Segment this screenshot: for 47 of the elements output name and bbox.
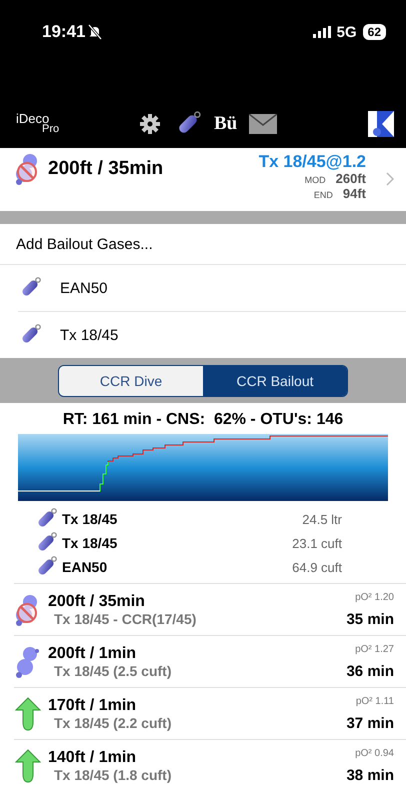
- gas-name: Tx 18/45: [62, 535, 118, 551]
- network-label: 5G: [336, 24, 357, 40]
- gas-amount: 23.1 cuft: [291, 536, 342, 550]
- gas-name: EAN50: [62, 559, 108, 575]
- up-arrow-icon: [14, 748, 42, 784]
- dive-title: 200ft / 35min: [48, 158, 164, 180]
- runtime-value: 38 min: [346, 766, 394, 784]
- mod-value: 260ft: [336, 172, 366, 186]
- segment-gas: Tx 18/45 (2.5 cuft): [53, 662, 172, 678]
- clock-time: 19:41: [42, 22, 86, 42]
- signal-icon: [312, 26, 331, 38]
- settings-icon[interactable]: [138, 112, 162, 136]
- segment-tab[interactable]: CCR Dive: [59, 366, 203, 396]
- bu-button[interactable]: Bü: [214, 113, 238, 135]
- po2-value: pO² 0.94: [355, 748, 394, 758]
- gas-name[interactable]: EAN50: [60, 280, 108, 296]
- po2-value: pO² 1.11: [356, 696, 394, 706]
- app-edition: Pro: [42, 124, 60, 135]
- mod-label: MOD: [304, 174, 326, 187]
- segment-tab[interactable]: CCR Bailout: [203, 366, 347, 396]
- runtime-value: 37 min: [346, 714, 394, 732]
- segment-title: 140ft / 1min: [48, 748, 138, 766]
- runtime-value: 35 min: [346, 610, 394, 628]
- app-name: iDeco: [16, 113, 50, 124]
- segment-gas: Tx 18/45 - CCR(17/45): [53, 610, 198, 626]
- segment-title: 200ft / 1min: [48, 644, 138, 662]
- po2-value: pO² 1.27: [355, 644, 394, 654]
- gas-setpoint: Tx 18/45@1.2: [258, 152, 366, 172]
- gas-amount: 24.5 ltr: [301, 512, 342, 526]
- mail-icon[interactable]: [249, 114, 278, 134]
- dive-summary: RT: 161 min - CNS: 62% - OTU's: 146: [62, 411, 344, 429]
- runtime-value: 36 min: [346, 662, 394, 680]
- battery-level: 62: [362, 24, 386, 40]
- segment-title: 170ft / 1min: [48, 696, 138, 714]
- segment-gas: Tx 18/45 (2.2 cuft): [53, 714, 172, 730]
- logo-icon[interactable]: [368, 111, 394, 137]
- add-bailout-gases-item[interactable]: Add Bailout Gases...: [0, 224, 406, 265]
- end-value: 94ft: [342, 187, 366, 201]
- segment-gas: Tx 18/45 (1.8 cuft): [53, 766, 172, 782]
- segment-title: 200ft / 35min: [48, 592, 146, 610]
- gas-amount: 64.9 cuft: [291, 560, 342, 574]
- bubbles-icon: [14, 644, 42, 678]
- po2-value: pO² 1.20: [355, 592, 394, 602]
- gas-name: Tx 18/45: [62, 511, 118, 527]
- gas-name[interactable]: Tx 18/45: [60, 326, 118, 344]
- up-arrow-icon: [14, 696, 42, 732]
- end-label: END: [314, 189, 333, 202]
